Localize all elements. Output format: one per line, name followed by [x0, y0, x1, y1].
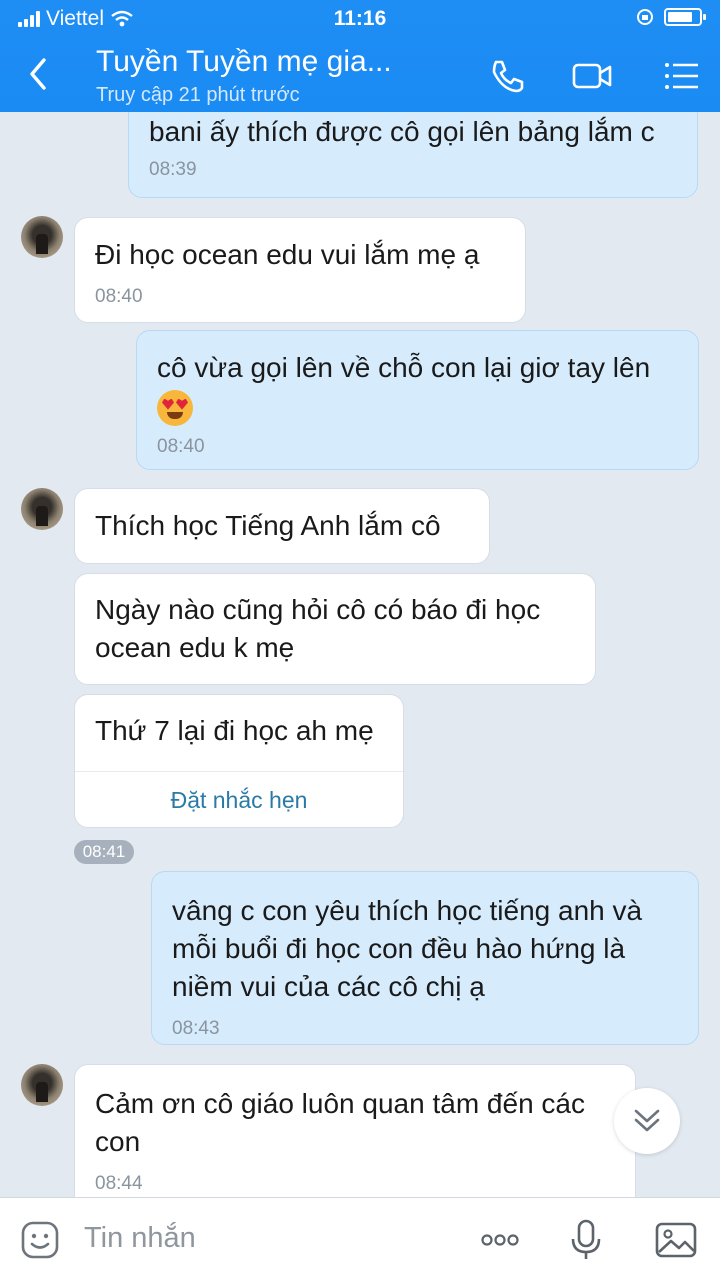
set-reminder-button[interactable]: Đặt nhắc hẹn [75, 771, 403, 827]
last-seen: Truy cập 21 phút trước [96, 84, 300, 106]
top-bar: Viettel 11:16 Tuyền Tuyền mẹ gia... Truy… [0, 0, 720, 112]
message-text-line: Ngày nào cũng hỏi cô có báo đi học [95, 594, 541, 625]
message-bubble[interactable]: bani ấy thích được cô gọi lên bảng lắm c… [128, 112, 698, 198]
message-time: 08:40 [95, 286, 143, 307]
avatar[interactable] [21, 488, 63, 530]
avatar[interactable] [21, 1064, 63, 1106]
scroll-to-bottom-button[interactable] [614, 1088, 680, 1154]
video-call-icon[interactable] [570, 54, 614, 98]
message-text-line: Cảm ơn cô giáo luôn quan tâm đến các [95, 1088, 585, 1119]
battery-icon [664, 8, 706, 26]
message-text-line: vâng c con yêu thích học tiếng anh và [172, 895, 643, 926]
sticker-icon[interactable] [18, 1218, 62, 1262]
chat-header: Tuyền Tuyền mẹ gia... Truy cập 21 phút t… [0, 36, 720, 112]
contact-name[interactable]: Tuyền Tuyền mẹ gia... [96, 45, 392, 79]
chevron-down-icon [634, 1109, 660, 1132]
message-time: 08:40 [157, 435, 205, 457]
image-icon[interactable] [654, 1218, 698, 1262]
message-bubble[interactable]: Đi học ocean edu vui lắm mẹ ạ 08:40 [74, 217, 526, 323]
heart-eyes-emoji-icon [157, 389, 193, 426]
back-icon[interactable] [20, 54, 56, 94]
message-bubble[interactable]: cô vừa gọi lên về chỗ con lại giơ tay lê… [136, 330, 699, 470]
message-list[interactable]: bani ấy thích được cô gọi lên bảng lắm c… [0, 112, 720, 1197]
message-text: Thích học Tiếng Anh lắm cô [95, 510, 441, 541]
message-input-bar: Tin nhắn [0, 1197, 720, 1280]
message-text: Đi học ocean edu vui lắm mẹ ạ [95, 239, 480, 270]
group-timestamp: 08:41 [74, 840, 134, 864]
message-text: bani ấy thích được cô gọi lên bảng lắm c [149, 116, 655, 147]
microphone-icon[interactable] [564, 1218, 608, 1262]
message-text-line: mỗi buổi đi học con đều hào hứng là [172, 933, 626, 964]
menu-icon[interactable] [660, 54, 704, 98]
message-text: Thứ 7 lại đi học ah mẹ [95, 715, 374, 746]
message-time: 08:43 [172, 1018, 220, 1039]
battery-fill [668, 12, 692, 22]
message-bubble[interactable]: Thích học Tiếng Anh lắm cô [74, 488, 490, 564]
message-text-line: ocean edu k mẹ [95, 632, 295, 663]
message-time: 08:39 [149, 159, 197, 180]
status-time: 11:16 [333, 7, 387, 30]
more-icon[interactable] [478, 1218, 522, 1262]
message-bubble[interactable]: Ngày nào cũng hỏi cô có báo đi học ocean… [74, 573, 596, 685]
status-right [636, 8, 706, 26]
status-bar: Viettel 11:16 [0, 0, 720, 36]
message-bubble[interactable]: vâng c con yêu thích học tiếng anh và mỗ… [151, 871, 699, 1045]
message-bubble[interactable]: Cảm ơn cô giáo luôn quan tâm đến các con… [74, 1064, 636, 1197]
phone-icon[interactable] [486, 54, 530, 98]
message-bubble[interactable]: Thứ 7 lại đi học ah mẹ Đặt nhắc hẹn [74, 694, 404, 828]
message-input[interactable]: Tin nhắn [84, 1222, 196, 1255]
message-text: cô vừa gọi lên về chỗ con lại giơ tay lê… [157, 352, 651, 383]
avatar[interactable] [21, 216, 63, 258]
message-time: 08:44 [95, 1173, 143, 1194]
message-text-line: con [95, 1126, 141, 1157]
message-text-line: niềm vui của các cô chị ạ [172, 971, 485, 1002]
orientation-lock-icon [637, 9, 653, 25]
